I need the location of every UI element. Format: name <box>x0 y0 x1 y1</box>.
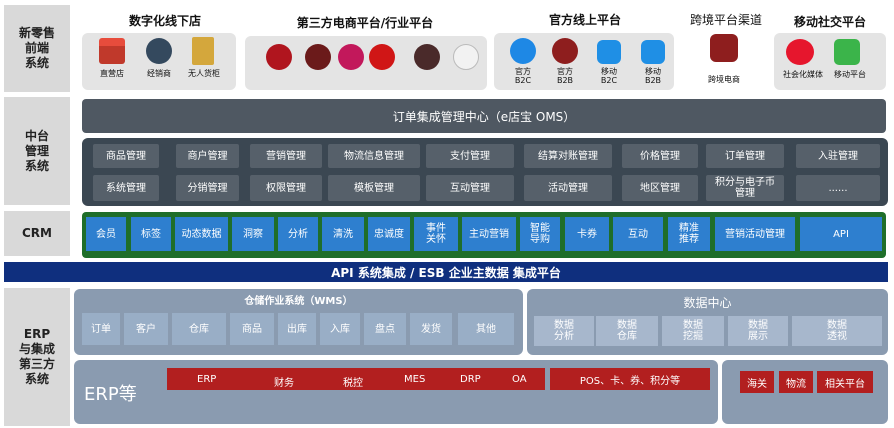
erp-item-6[interactable]: OA <box>512 374 527 385</box>
tmall-logo-icon <box>266 44 292 70</box>
mgmt-item-4[interactable]: 物流信息管理 <box>328 144 420 168</box>
crm-item-2[interactable]: 标签 <box>131 217 171 251</box>
wms-item-7[interactable]: 盘点 <box>364 313 406 345</box>
wms-title: 仓储作业系统（WMS） <box>244 296 353 307</box>
crm-item-5[interactable]: 分析 <box>278 217 318 251</box>
mgmt-item-11[interactable]: 分销管理 <box>176 175 239 201</box>
wms-item-2[interactable]: 客户 <box>124 313 168 345</box>
amazon-logo-icon <box>305 44 331 70</box>
crm-item-8[interactable]: 事件 关怀 <box>414 217 458 251</box>
mgmt-item-6[interactable]: 结算对账管理 <box>524 144 612 168</box>
ecom-title: 第三方电商平台/行业平台 <box>296 16 434 30</box>
mgmt-item-2[interactable]: 商户管理 <box>176 144 239 168</box>
external-item-3[interactable]: 相关平台 <box>817 371 873 393</box>
wms-item-6[interactable]: 入库 <box>320 313 360 345</box>
official-label-1: 官方 B2C <box>514 67 532 85</box>
vending-cabinet-icon <box>192 37 214 65</box>
official-title: 官方线上平台 <box>548 13 621 27</box>
api-integration-bar[interactable]: API 系统集成 / ESB 企业主数据 集成平台 <box>4 262 888 282</box>
crm-item-14[interactable]: 营销活动管理 <box>715 217 795 251</box>
offline-label-3: 无人货柜 <box>188 69 220 78</box>
ie-browser-icon <box>510 38 536 64</box>
mgmt-item-17[interactable]: 积分与电子币 管理 <box>706 175 784 201</box>
official-label-2: 官方 B2B <box>556 67 574 85</box>
mgmt-item-15[interactable]: 活动管理 <box>524 175 612 201</box>
social-label-1: 社会化媒体 <box>783 70 823 79</box>
offline-label-2: 经销商 <box>147 69 171 78</box>
layer-label-crm: CRM <box>4 211 70 256</box>
crm-item-10[interactable]: 智能 导购 <box>520 217 560 251</box>
social-label-2: 移动平台 <box>834 70 866 79</box>
official-label-3: 移动 B2C <box>600 67 618 85</box>
suning-logo-icon <box>453 44 479 70</box>
cross-label: 跨境电商 <box>708 75 740 84</box>
zhidemai-logo-icon <box>414 44 440 70</box>
layer-label-middle: 中台 管理 系统 <box>4 97 70 205</box>
mgmt-item-5[interactable]: 支付管理 <box>426 144 514 168</box>
mobile-b2b-app-icon <box>641 40 665 64</box>
erp-item-5[interactable]: DRP <box>460 374 481 385</box>
offline-label-1: 直营店 <box>100 69 124 78</box>
erp-item-2[interactable]: 财务 <box>274 374 294 389</box>
erp-item-1[interactable]: ERP <box>197 374 216 385</box>
vip-logo-icon <box>338 44 364 70</box>
weibo-icon <box>786 39 814 65</box>
crm-item-4[interactable]: 洞察 <box>232 217 274 251</box>
mobile-b2c-app-icon <box>597 40 621 64</box>
erp-label: ERP等 <box>84 384 137 405</box>
jd-logo-icon <box>369 44 395 70</box>
wms-item-5[interactable]: 出库 <box>278 313 316 345</box>
crm-item-1[interactable]: 会员 <box>86 217 126 251</box>
data-center-item-3[interactable]: 数据 挖掘 <box>662 316 724 346</box>
storefront-icon <box>99 38 125 64</box>
mgmt-item-14[interactable]: 互动管理 <box>426 175 514 201</box>
data-center-item-4[interactable]: 数据 展示 <box>728 316 788 346</box>
mgmt-item-16[interactable]: 地区管理 <box>622 175 698 201</box>
mgmt-item-12[interactable]: 权限管理 <box>250 175 322 201</box>
wms-item-9[interactable]: 其他 <box>458 313 514 345</box>
layer-label-retail: 新零售 前端 系统 <box>4 5 70 92</box>
data-center-title: 数据中心 <box>683 296 732 310</box>
mgmt-item-13[interactable]: 模板管理 <box>328 175 420 201</box>
oms-center-bar[interactable]: 订单集成管理中心（e店宝 OMS） <box>82 99 886 133</box>
data-center-item-2[interactable]: 数据 仓库 <box>596 316 658 346</box>
pos-cards-points-box[interactable]: POS、卡、券、积分等 <box>550 368 710 390</box>
mgmt-item-10[interactable]: 系统管理 <box>93 175 159 201</box>
wms-item-1[interactable]: 订单 <box>82 313 120 345</box>
mgmt-item-1[interactable]: 商品管理 <box>93 144 159 168</box>
offline-title: 数字化线下店 <box>128 14 201 28</box>
crm-item-13[interactable]: 精准 推荐 <box>668 217 710 251</box>
mgmt-item-3[interactable]: 营销管理 <box>250 144 322 168</box>
mgmt-item-8[interactable]: 订单管理 <box>706 144 784 168</box>
wechat-icon <box>834 39 860 65</box>
mgmt-item-7[interactable]: 价格管理 <box>622 144 698 168</box>
erp-item-3[interactable]: 税控 <box>343 374 363 389</box>
wms-item-3[interactable]: 仓库 <box>172 313 226 345</box>
crm-item-7[interactable]: 忠诚度 <box>368 217 410 251</box>
b2b-site-icon <box>552 38 578 64</box>
dealer-icon <box>146 38 172 64</box>
erp-item-4[interactable]: MES <box>404 374 425 385</box>
mgmt-item-18[interactable]: ...... <box>796 175 880 201</box>
wms-item-8[interactable]: 发货 <box>410 313 452 345</box>
mgmt-item-9[interactable]: 入驻管理 <box>796 144 880 168</box>
crm-item-12[interactable]: 互动 <box>613 217 663 251</box>
social-title: 移动社交平台 <box>793 15 866 29</box>
crm-item-6[interactable]: 清洗 <box>322 217 364 251</box>
crm-item-3[interactable]: 动态数据 <box>175 217 228 251</box>
layer-label-erp: ERP 与集成 第三方 系统 <box>4 288 70 426</box>
data-center-item-1[interactable]: 数据 分析 <box>534 316 594 346</box>
official-label-4: 移动 B2B <box>644 67 662 85</box>
crm-item-11[interactable]: 卡券 <box>565 217 609 251</box>
external-item-2[interactable]: 物流 <box>779 371 813 393</box>
cross-border-app-icon <box>710 34 738 62</box>
cross-title: 跨境平台渠道 <box>689 13 762 27</box>
wms-item-4[interactable]: 商品 <box>230 313 274 345</box>
crm-item-15[interactable]: API <box>800 217 882 251</box>
external-item-1[interactable]: 海关 <box>740 371 774 393</box>
data-center-item-5[interactable]: 数据 透视 <box>792 316 882 346</box>
crm-item-9[interactable]: 主动营销 <box>462 217 516 251</box>
